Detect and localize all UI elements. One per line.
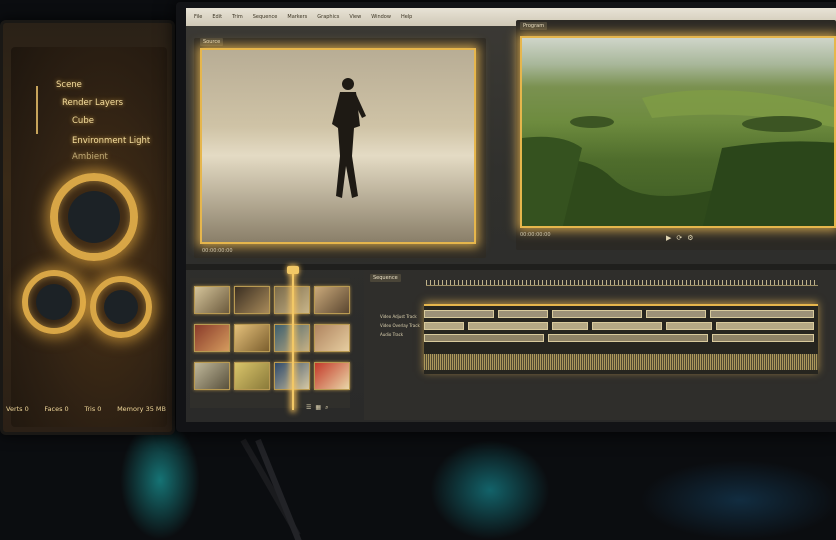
status-memory: Memory 35 MB [117, 405, 166, 413]
list-icon[interactable]: ☰ [306, 404, 311, 412]
status-faces: Faces 0 [44, 405, 69, 413]
tree-item-render-layers[interactable]: Render Layers [62, 98, 123, 108]
menu-markers[interactable]: Markers [287, 14, 307, 20]
monitor-stand-2 [255, 438, 302, 540]
bin-thumb-6[interactable] [234, 324, 270, 352]
clip[interactable] [646, 310, 706, 318]
dancer-silhouette [332, 78, 366, 198]
bin-thumb-9[interactable] [194, 362, 230, 390]
clip[interactable] [592, 322, 662, 330]
clip[interactable] [424, 334, 544, 342]
clip[interactable] [716, 322, 814, 330]
clip[interactable] [468, 322, 548, 330]
bin-thumb-8[interactable] [314, 324, 350, 352]
timeline-ruler[interactable] [426, 280, 818, 286]
tree-root-scene[interactable]: Scene [56, 80, 82, 90]
clip[interactable] [666, 322, 712, 330]
menu-trim[interactable]: Trim [232, 14, 243, 20]
video-editor-window: File Edit Trim Sequence Markers Graphics… [186, 8, 836, 422]
bin-thumb-2[interactable] [234, 286, 270, 314]
program-timecode: 00:00:00:00 [520, 232, 551, 238]
timeline-tab[interactable]: Sequence [370, 274, 401, 282]
tablet-status-bar: Verts 0 Faces 0 Tris 0 Memory 35 MB [6, 405, 166, 413]
grid-icon[interactable]: ▦ [315, 404, 321, 412]
timeline-panel: Sequence Video Adjust Track Video Overla… [364, 270, 836, 420]
bin-thumb-12[interactable] [314, 362, 350, 390]
ambient-blue-light [640, 460, 836, 540]
aerial-landscape [522, 90, 834, 226]
bin-thumb-4[interactable] [314, 286, 350, 314]
loop-icon[interactable]: ⟳ [676, 234, 682, 242]
clip[interactable] [548, 334, 708, 342]
clip[interactable] [498, 310, 548, 318]
menu-view[interactable]: View [349, 14, 361, 20]
small-dial-right-center [104, 290, 138, 324]
clip[interactable] [710, 310, 814, 318]
timeline-tracks[interactable] [424, 304, 818, 374]
playhead-handle[interactable] [287, 266, 299, 274]
program-controls: ▶ ⟳ ⚙ [666, 234, 694, 242]
bin-toolbar: ☰ ▦ ⌕ [306, 404, 328, 412]
menu-help[interactable]: Help [401, 14, 412, 20]
track-header-3[interactable]: Audio Track [380, 332, 420, 341]
menu-sequence[interactable]: Sequence [253, 14, 278, 20]
menu-edit[interactable]: Edit [212, 14, 222, 20]
clip[interactable] [424, 310, 494, 318]
track-header-2[interactable]: Video Overlay Track [380, 323, 420, 332]
clip[interactable] [552, 310, 642, 318]
large-dial-center [68, 191, 120, 243]
program-tab[interactable]: Program [520, 22, 548, 30]
track-header-1[interactable]: Video Adjust Track [380, 314, 420, 323]
program-video-frame[interactable] [520, 36, 836, 228]
menu-file[interactable]: File [194, 14, 202, 20]
bin-thumb-1[interactable] [194, 286, 230, 314]
source-video-frame[interactable] [200, 48, 476, 244]
status-tris: Tris 0 [84, 405, 102, 413]
play-icon[interactable]: ▶ [666, 234, 671, 242]
tree-item-cube[interactable]: Cube [72, 116, 94, 126]
settings-icon[interactable]: ⚙ [687, 234, 693, 242]
menu-graphics[interactable]: Graphics [317, 14, 339, 20]
menu-window[interactable]: Window [371, 14, 391, 20]
clip[interactable] [712, 334, 814, 342]
tree-item-environment-light[interactable]: Environment Light [72, 136, 150, 146]
status-verts: Verts 0 [6, 405, 29, 413]
program-viewer: Program ▶ ⟳ ⚙ 00:00:00:00 [516, 20, 836, 250]
ambient-teal-light-2 [430, 440, 550, 540]
source-viewer: Source 00:00:00:00 [194, 38, 486, 258]
small-dial-left-center [36, 284, 72, 320]
tree-item-ambient[interactable]: Ambient [72, 152, 108, 162]
source-timecode: 00:00:00:00 [202, 248, 233, 254]
bin-thumb-5[interactable] [194, 324, 230, 352]
bin-thumb-10[interactable] [234, 362, 270, 390]
audio-waveform[interactable] [424, 354, 818, 370]
magnify-icon[interactable]: ⌕ [325, 404, 328, 412]
tree-connector [36, 86, 38, 134]
timeline-playhead[interactable] [292, 268, 294, 410]
source-tab[interactable]: Source [200, 38, 224, 46]
track-headers: Video Adjust Track Video Overlay Track A… [380, 314, 420, 341]
ambient-teal-light [120, 420, 200, 540]
clip[interactable] [552, 322, 588, 330]
clip[interactable] [424, 322, 464, 330]
